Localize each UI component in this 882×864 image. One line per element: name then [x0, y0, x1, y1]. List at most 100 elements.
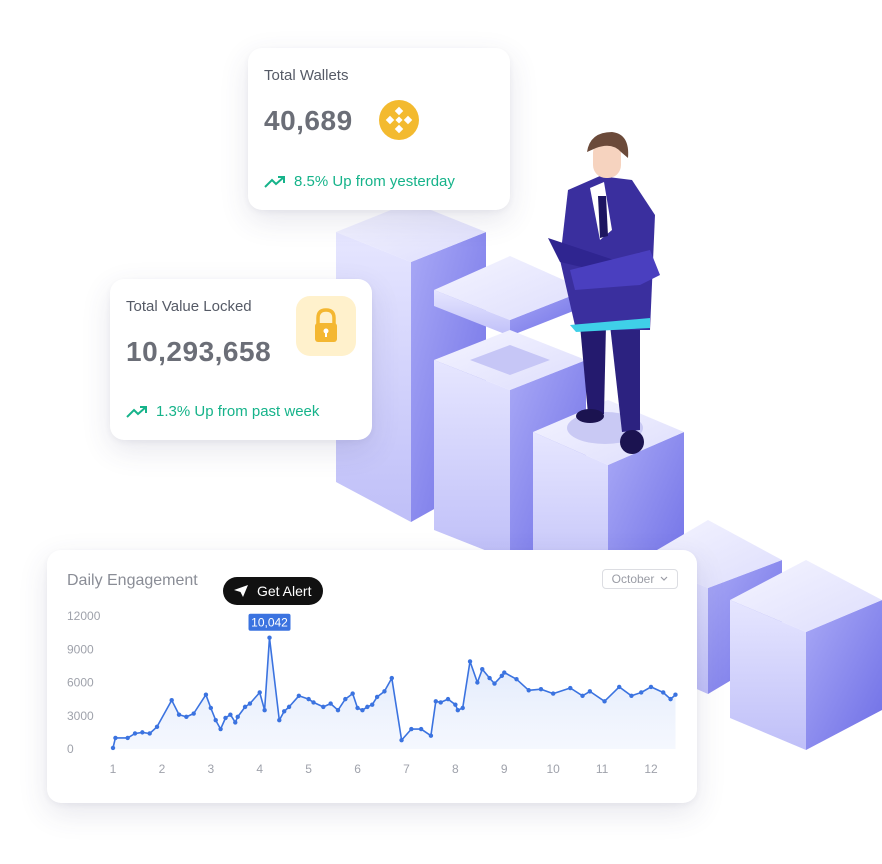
total-wallets-trend-text: 8.5% Up from yesterday [294, 173, 455, 190]
data-point [277, 717, 282, 723]
total-wallets-label: Total Wallets [264, 67, 349, 84]
total-value-locked-trend-text: 1.3% Up from past week [156, 403, 320, 420]
data-point [328, 701, 333, 706]
data-point [125, 735, 130, 741]
x-tick-label: 9 [501, 762, 508, 776]
data-point [208, 705, 214, 711]
data-point [389, 675, 394, 681]
y-tick-label: 3000 [67, 709, 94, 723]
data-point [257, 690, 262, 695]
x-tick-label: 3 [207, 762, 214, 776]
data-point [213, 717, 218, 723]
data-point [418, 726, 424, 732]
total-wallets-card: Total Wallets 40,689 8.5% Up from yester… [248, 48, 510, 210]
data-point [311, 700, 316, 705]
data-point [453, 702, 458, 707]
data-point [247, 701, 253, 706]
block-right-2 [730, 560, 882, 750]
data-point [355, 705, 360, 711]
x-tick-label: 11 [596, 762, 609, 776]
peak-annotation: 10,042 [248, 613, 291, 631]
data-point [580, 693, 585, 698]
data-point [242, 704, 248, 710]
data-point [169, 698, 174, 703]
data-point [382, 689, 387, 694]
x-tick-label: 4 [256, 762, 263, 776]
x-tick-label: 7 [403, 762, 410, 776]
daily-engagement-card: Daily Engagement Get Alert October 12000… [47, 550, 697, 803]
data-point [673, 692, 678, 697]
y-tick-label: 6000 [67, 676, 94, 690]
x-tick-label: 1 [110, 762, 117, 776]
data-point [110, 745, 116, 751]
data-point [228, 712, 233, 717]
data-point [467, 659, 473, 664]
data-point [480, 667, 485, 672]
daily-engagement-chart: 120009000600030000 1 2 3 4 5 6 7 8 9 10 11 12 10,04… [67, 609, 678, 776]
total-value-locked-label: Total Value Locked [126, 298, 252, 315]
data-point [399, 737, 404, 743]
data-point [343, 696, 348, 702]
data-point [455, 708, 461, 713]
trend-up-icon [264, 175, 285, 188]
data-point [502, 670, 507, 675]
y-tick-label: 0 [67, 742, 74, 756]
data-point [321, 704, 326, 710]
data-point [184, 714, 189, 720]
data-point [445, 696, 451, 702]
data-point [617, 684, 622, 690]
data-point [113, 735, 118, 741]
data-point [668, 696, 673, 702]
data-point [648, 684, 654, 690]
data-point [286, 704, 292, 710]
data-point [661, 690, 666, 695]
data-point [360, 708, 365, 713]
data-point [587, 689, 593, 694]
x-tick-label: 2 [159, 762, 166, 776]
peak-label: 10,042 [251, 616, 288, 630]
data-point [460, 705, 465, 711]
data-point [350, 691, 355, 696]
data-point [374, 694, 380, 700]
data-point [433, 699, 438, 704]
x-tick-label: 12 [644, 762, 658, 776]
data-point [306, 696, 311, 702]
data-point [538, 686, 544, 692]
x-tick-label: 5 [305, 762, 312, 776]
total-value-locked-card: Total Value Locked 10,293,658 1.3% Up fr… [110, 279, 372, 440]
y-axis-ticks: 12000 9000 6000 3000 0 [67, 609, 101, 756]
data-point [218, 726, 223, 732]
data-point [203, 692, 209, 697]
data-point [191, 711, 196, 716]
data-point [526, 688, 531, 693]
total-value-locked-value: 10,293,658 [126, 336, 272, 367]
data-point [409, 726, 414, 732]
x-tick-label: 10 [547, 762, 561, 776]
total-value-locked-trend: 1.3% Up from past week [126, 403, 319, 420]
trend-up-icon [126, 405, 147, 418]
data-point [438, 700, 443, 705]
data-point [281, 709, 287, 714]
data-point [296, 693, 302, 698]
data-point [492, 681, 497, 686]
x-axis-ticks: 1 2 3 4 5 6 7 8 9 10 11 12 [110, 762, 658, 776]
total-wallets-value: 40,689 [264, 105, 353, 136]
data-point [235, 714, 240, 720]
lock-icon [296, 296, 356, 356]
data-point [223, 715, 228, 721]
data-point [262, 708, 267, 713]
y-tick-label: 12000 [67, 609, 101, 623]
data-point [602, 699, 607, 704]
data-point [568, 685, 573, 691]
data-point [140, 730, 145, 735]
total-wallets-trend: 8.5% Up from yesterday [264, 173, 455, 190]
data-point [233, 720, 238, 725]
data-point [176, 712, 182, 717]
data-point [428, 733, 434, 738]
binance-coin-icon [379, 100, 419, 140]
x-tick-label: 8 [452, 762, 459, 776]
data-point [154, 724, 160, 730]
data-point [132, 731, 138, 736]
data-point [550, 691, 556, 696]
data-point [267, 635, 272, 640]
